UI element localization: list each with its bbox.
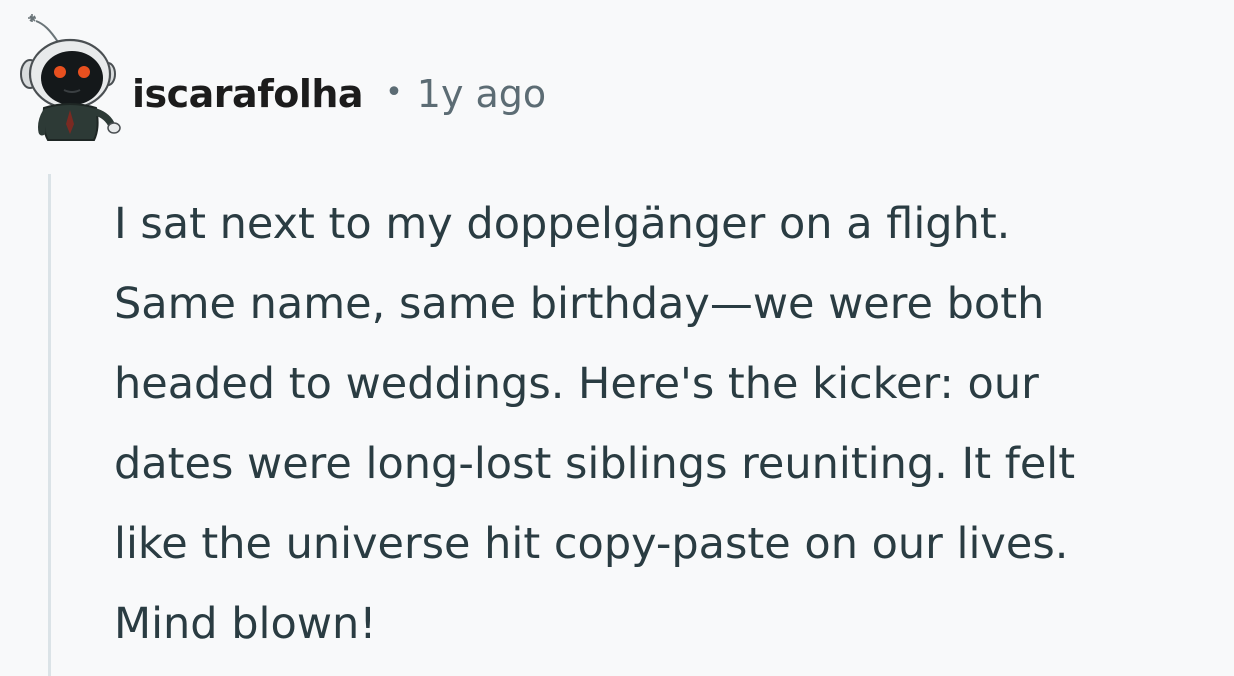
comment: iscarafolha • 1y ago I sat next to my do… [0,0,1234,676]
thread-collapse-line[interactable] [48,174,51,676]
meta-separator: • [385,74,403,110]
avatar-image [20,14,121,141]
comment-body: I sat next to my doppelgänger on a fligh… [114,199,1076,649]
username-link[interactable]: iscarafolha [132,72,364,116]
comment-timestamp: 1y ago [416,72,547,116]
snoo-avatar-icon[interactable] [14,12,124,144]
comment-meta: iscarafolha • 1y ago [132,64,546,124]
